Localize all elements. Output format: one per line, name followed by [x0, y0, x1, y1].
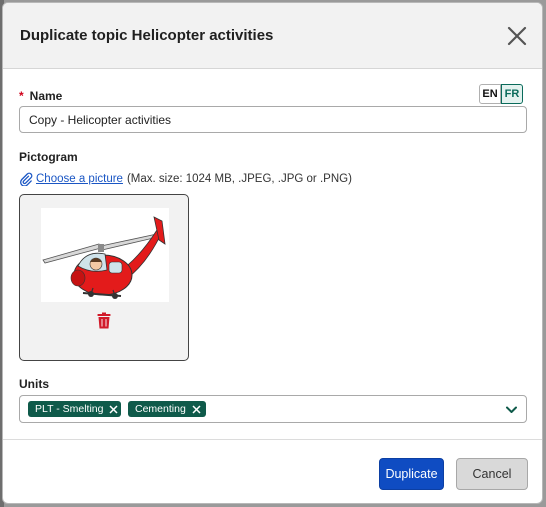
trash-icon[interactable] [97, 312, 111, 329]
chevron-down-icon[interactable] [505, 403, 518, 416]
language-fr-button[interactable]: FR [501, 84, 523, 104]
units-select[interactable]: PLT - Smelting Cementing [19, 395, 527, 423]
duplicate-button[interactable]: Duplicate [379, 458, 444, 490]
name-label-text: Name [29, 89, 63, 103]
language-en-button[interactable]: EN [479, 84, 501, 104]
close-icon [109, 404, 118, 414]
close-icon [192, 404, 201, 414]
choose-picture-link[interactable]: Choose a picture [36, 173, 123, 185]
pictogram-label: Pictogram [19, 150, 78, 164]
unit-chip-remove-button[interactable] [190, 402, 204, 416]
paperclip-icon [20, 172, 33, 186]
dialog-header: Duplicate topic Helicopter activities [3, 3, 542, 69]
name-input[interactable] [19, 106, 527, 133]
unit-chip-label: PLT - Smelting [35, 403, 104, 415]
language-switch: EN FR [479, 84, 523, 106]
unit-chip: Cementing [128, 401, 206, 417]
close-button[interactable] [504, 23, 530, 49]
required-marker: * [19, 89, 24, 103]
picture-hint: (Max. size: 1024 MB, .JPEG, .JPG or .PNG… [126, 173, 352, 185]
unit-chip-remove-button[interactable] [107, 402, 119, 416]
units-label: Units [19, 377, 49, 391]
unit-chip: PLT - Smelting [28, 401, 121, 417]
name-label: * Name [19, 89, 62, 103]
dialog-title: Duplicate topic Helicopter activities [20, 27, 274, 44]
duplicate-topic-dialog: Duplicate topic Helicopter activities * N… [2, 2, 543, 504]
pictogram-image [41, 208, 169, 302]
footer-divider [3, 439, 542, 440]
cancel-button[interactable]: Cancel [456, 458, 528, 490]
close-icon [507, 26, 527, 46]
pictogram-preview [19, 194, 189, 361]
unit-chip-label: Cementing [135, 403, 186, 415]
choose-picture-row: Choose a picture (Max. size: 1024 MB, .J… [19, 172, 352, 186]
helicopter-image [42, 216, 166, 299]
